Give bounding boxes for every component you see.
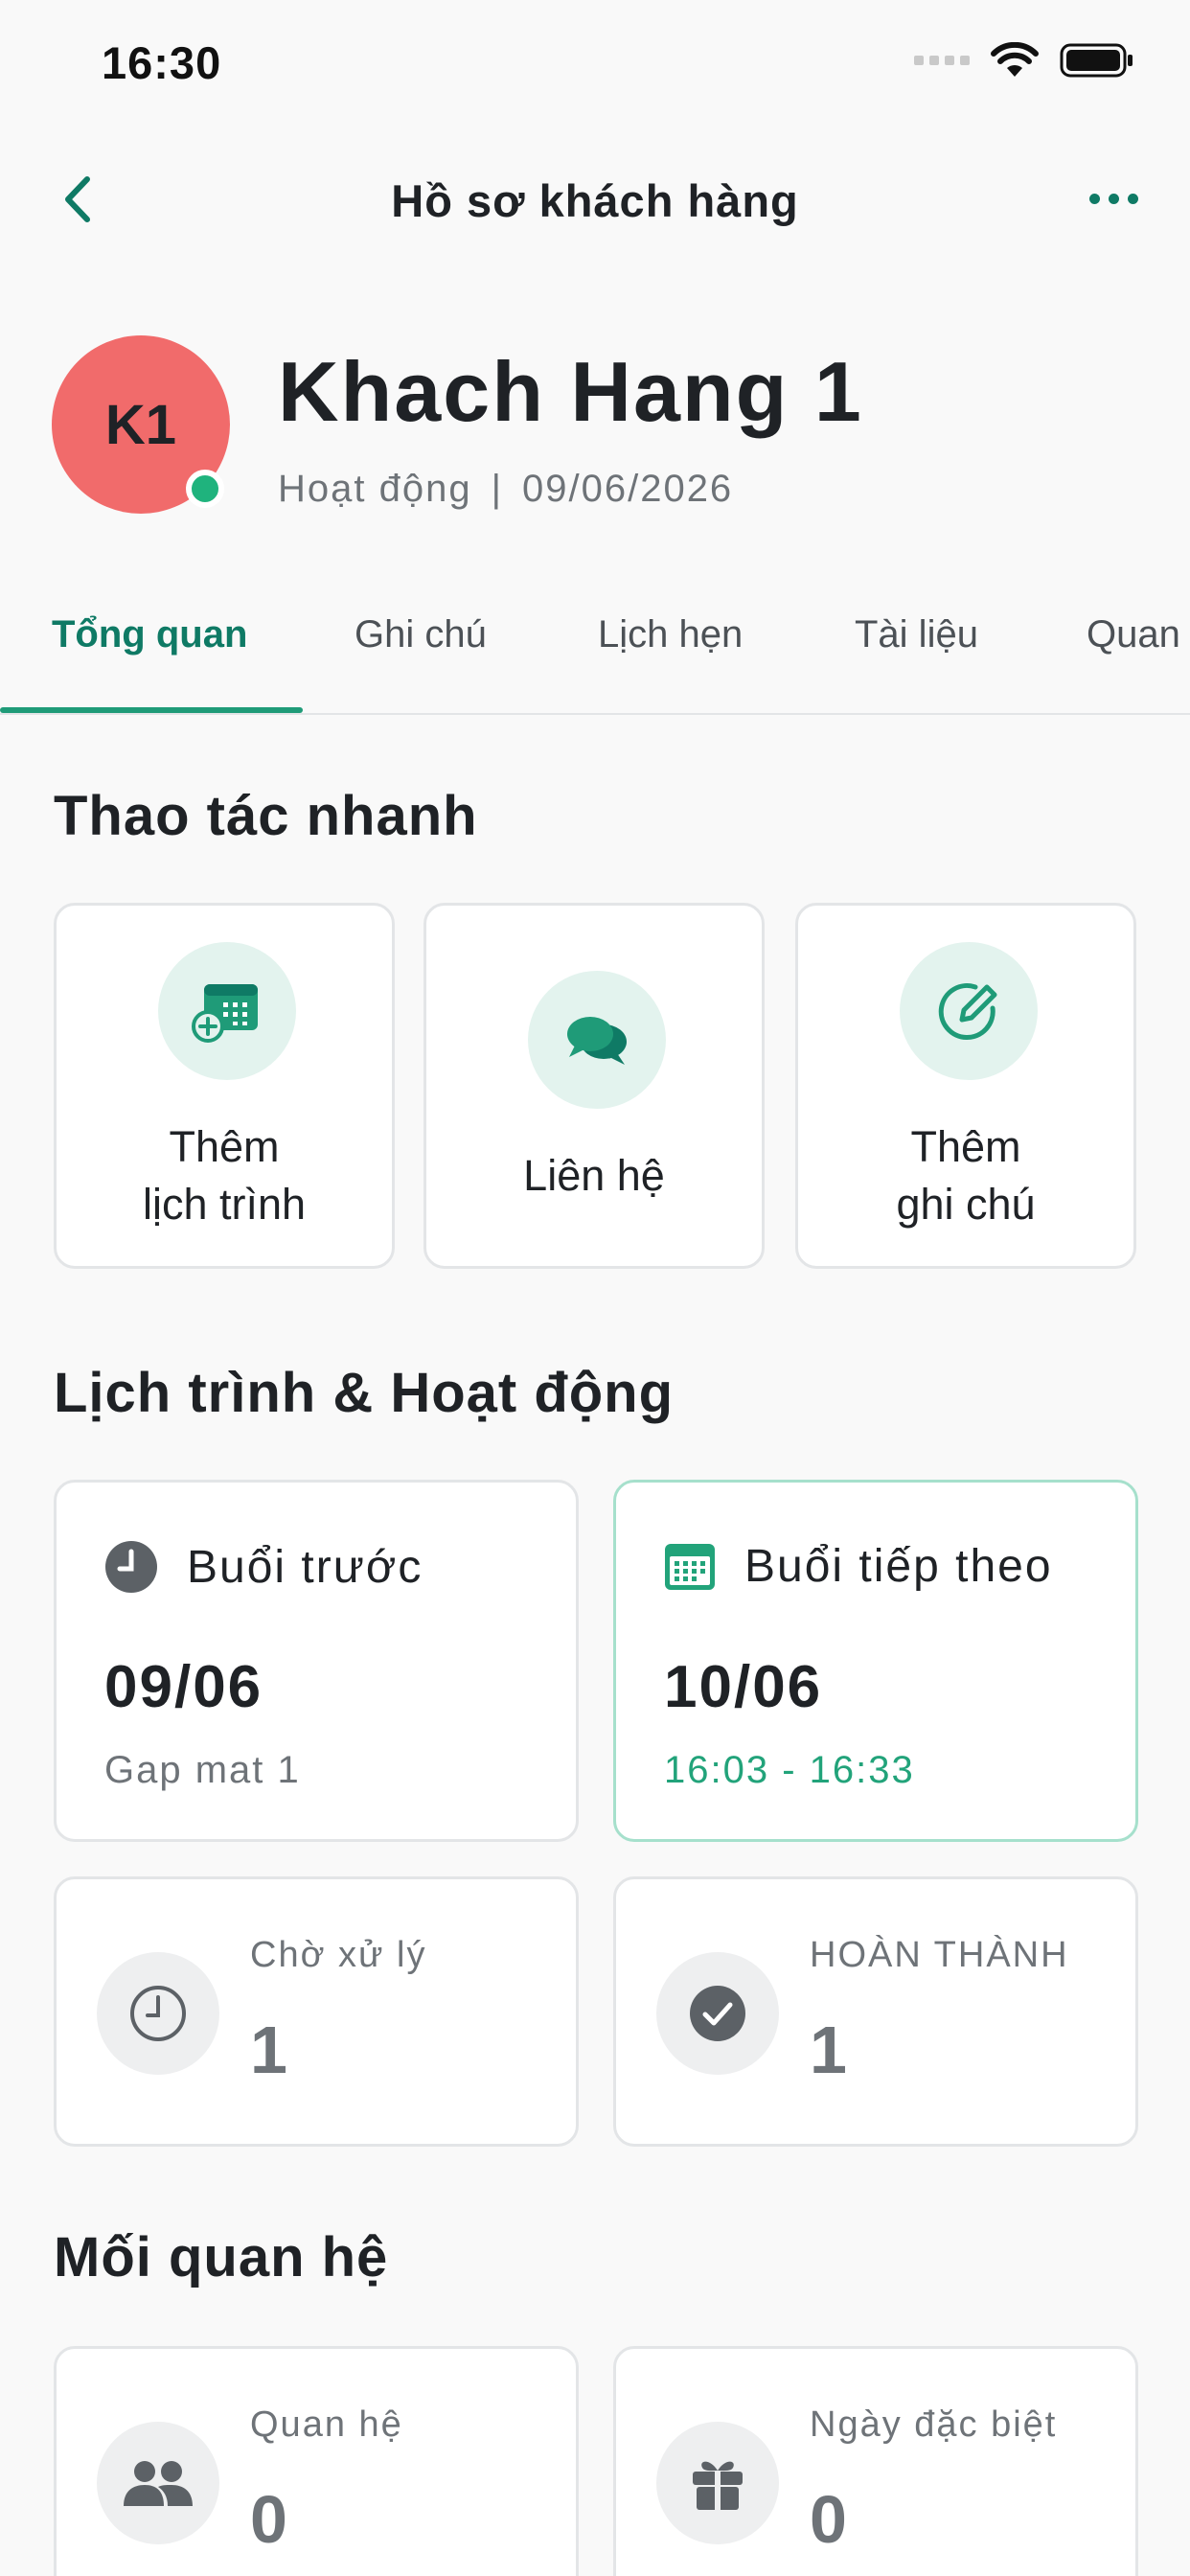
relations-section-title: Mối quan hệ <box>54 2226 389 2288</box>
qa-icon-circle <box>528 971 666 1109</box>
relations-value: 0 <box>250 2482 287 2557</box>
online-status-dot <box>186 470 224 508</box>
customer-status: Hoạt động <box>278 468 472 510</box>
qa-label-line2: ghi chú <box>896 1180 1036 1229</box>
relations-label: Quan hệ <box>250 2404 403 2445</box>
next-session-time: 16:03 - 16:33 <box>664 1749 915 1791</box>
tab-bar: Tổng quan Ghi chú Lịch hẹn Tài liệu Quan <box>0 594 1190 715</box>
qa-icon-circle <box>158 942 296 1080</box>
tab-overview[interactable]: Tổng quan <box>52 613 247 656</box>
previous-session-subtitle: Gap mat 1 <box>104 1749 301 1791</box>
previous-session-header: Buổi trước <box>104 1540 423 1594</box>
more-options-button[interactable] <box>1075 174 1152 222</box>
tab-appointments[interactable]: Lịch hẹn <box>598 613 743 656</box>
qa-label-line1: Thêm <box>910 1122 1021 1171</box>
special-days-value: 0 <box>810 2482 847 2557</box>
contact-button[interactable]: Liên hệ <box>423 903 765 1269</box>
next-session-label: Buổi tiếp theo <box>744 1541 1053 1592</box>
meta-separator: | <box>491 468 503 510</box>
pending-value: 1 <box>250 2012 287 2087</box>
tab-active-indicator <box>0 707 303 713</box>
previous-session-card[interactable]: Buổi trước 09/06 Gap mat 1 <box>54 1480 579 1842</box>
clock-icon <box>105 1541 157 1593</box>
stat-icon-circle <box>656 1952 779 2075</box>
status-bar: 16:30 <box>0 0 1190 129</box>
previous-session-date: 09/06 <box>104 1654 263 1720</box>
add-note-button[interactable]: Thêm ghi chú <box>795 903 1136 1269</box>
stat-icon-circle <box>97 1952 219 2075</box>
special-days-label: Ngày đặc biệt <box>810 2404 1058 2445</box>
qa-icon-circle <box>900 942 1038 1080</box>
clock-outline-icon <box>130 1986 186 2041</box>
add-schedule-button[interactable]: Thêm lịch trình <box>54 903 395 1269</box>
calendar-add-icon <box>192 984 258 1043</box>
completed-label: HOÀN THÀNH <box>810 1935 1069 1975</box>
previous-session-label: Buổi trước <box>187 1541 423 1593</box>
gift-icon <box>693 2461 743 2510</box>
tab-documents[interactable]: Tài liệu <box>855 613 978 656</box>
stat-icon-circle <box>656 2422 779 2544</box>
tab-notes[interactable]: Ghi chú <box>355 613 487 656</box>
status-time: 16:30 <box>102 37 222 88</box>
special-days-stat-card[interactable]: Ngày đặc biệt 0 <box>613 2346 1138 2576</box>
completed-value: 1 <box>810 2012 847 2087</box>
avatar-initials: K1 <box>104 393 177 456</box>
status-icons <box>914 42 1134 79</box>
qa-label-line1: Thêm <box>169 1122 280 1171</box>
customer-meta: Hoạt động | 09/06/2026 <box>278 468 733 511</box>
chat-bubbles-icon <box>567 1017 627 1065</box>
edit-note-icon <box>938 983 997 1041</box>
cellular-signal-icon <box>914 56 970 65</box>
nav-bar: Hồ sơ khách hàng <box>0 144 1190 259</box>
customer-name: Khach Hang 1 <box>278 344 863 439</box>
page-title: Hồ sơ khách hàng <box>391 175 799 226</box>
next-session-date: 10/06 <box>664 1654 823 1720</box>
pending-stat-card[interactable]: Chờ xử lý 1 <box>54 1876 579 2147</box>
more-dots-icon <box>1088 193 1100 204</box>
qa-label-line2: lịch trình <box>142 1180 307 1229</box>
battery-icon <box>1060 43 1133 78</box>
wifi-icon <box>991 42 1039 77</box>
completed-stat-card[interactable]: HOÀN THÀNH 1 <box>613 1876 1138 2147</box>
stat-icon-circle <box>97 2422 219 2544</box>
qa-label-line1: Liên hệ <box>523 1151 665 1200</box>
people-icon <box>124 2461 193 2506</box>
next-session-card[interactable]: Buổi tiếp theo 10/06 16:03 - 16:33 <box>613 1480 1138 1842</box>
tab-relations[interactable]: Quan <box>1087 613 1180 656</box>
quick-actions-title: Thao tác nhanh <box>54 785 478 847</box>
relations-stat-card[interactable]: Quan hệ 0 <box>54 2346 579 2576</box>
check-circle-icon <box>690 1986 745 2041</box>
pending-label: Chờ xử lý <box>250 1935 427 1975</box>
customer-date: 09/06/2026 <box>521 468 734 510</box>
schedule-section-title: Lịch trình & Hoạt động <box>54 1362 675 1424</box>
calendar-icon <box>665 1543 715 1590</box>
next-session-header: Buổi tiếp theo <box>664 1540 1053 1593</box>
